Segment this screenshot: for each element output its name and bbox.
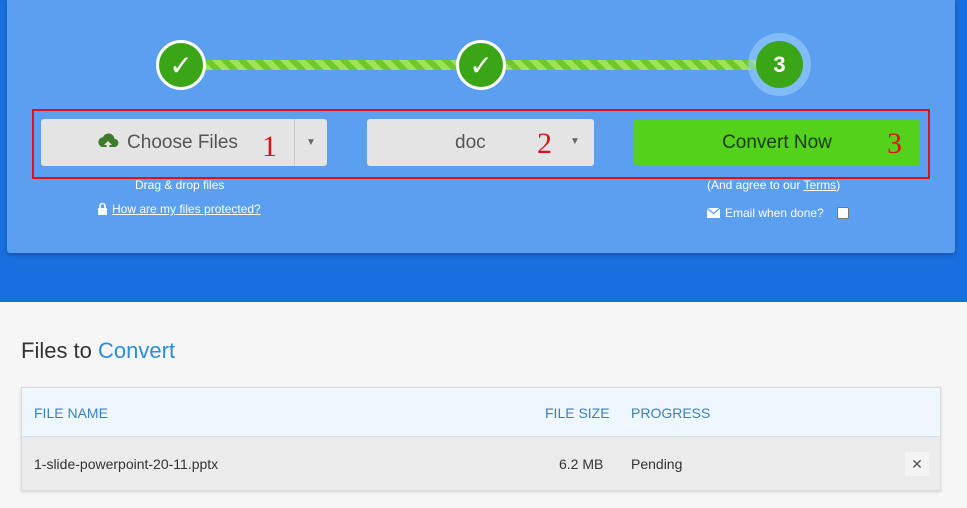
agree-suffix: ) [836, 178, 841, 192]
email-when-done-checkbox[interactable] [837, 207, 849, 219]
progress-track-1 [205, 60, 457, 70]
title-part-2: Convert [98, 338, 176, 363]
lock-icon [98, 202, 107, 215]
table-header: FILE NAME FILE SIZE PROGRESS [22, 388, 940, 437]
agree-terms-text: (And agree to our Terms) [707, 178, 840, 192]
annotation-number-3: 3 [887, 127, 902, 160]
column-header-file-name: FILE NAME [34, 405, 108, 421]
column-header-progress: PROGRESS [631, 405, 711, 421]
files-section-title: Files to Convert [21, 338, 175, 364]
files-table: FILE NAME FILE SIZE PROGRESS 1-slide-pow… [21, 387, 941, 491]
email-label: Email when done? [725, 206, 824, 220]
file-name-cell: 1-slide-powerpoint-20-11.pptx [34, 456, 219, 472]
step-2-complete: ✓ [456, 40, 506, 90]
table-row: 1-slide-powerpoint-20-11.pptx 6.2 MB Pen… [22, 437, 940, 490]
email-when-done-row: Email when done? [706, 206, 824, 220]
how-protected-link[interactable]: How are my files protected? [112, 202, 261, 216]
terms-link[interactable]: Terms [804, 178, 837, 192]
column-header-file-size: FILE SIZE [545, 405, 610, 421]
step-1-complete: ✓ [156, 40, 206, 90]
progress-track-2 [505, 60, 757, 70]
annotation-number-2: 2 [537, 127, 552, 160]
annotation-box [32, 109, 930, 179]
progress-cell: Pending [631, 456, 683, 472]
title-part-1: Files to [21, 338, 99, 363]
step-3-current: 3 [756, 41, 803, 88]
close-icon: ✕ [911, 455, 923, 472]
annotation-number-1: 1 [262, 130, 277, 163]
check-icon: ✓ [469, 49, 493, 81]
drag-drop-text: Drag & drop files [135, 178, 225, 192]
agree-prefix: (And agree to our [707, 178, 804, 192]
protected-link-row: How are my files protected? [97, 202, 261, 216]
step-3-number: 3 [773, 51, 786, 77]
file-size-cell: 6.2 MB [559, 456, 604, 472]
check-icon: ✓ [169, 49, 193, 81]
envelope-icon [706, 207, 721, 218]
remove-file-button[interactable]: ✕ [905, 452, 929, 476]
